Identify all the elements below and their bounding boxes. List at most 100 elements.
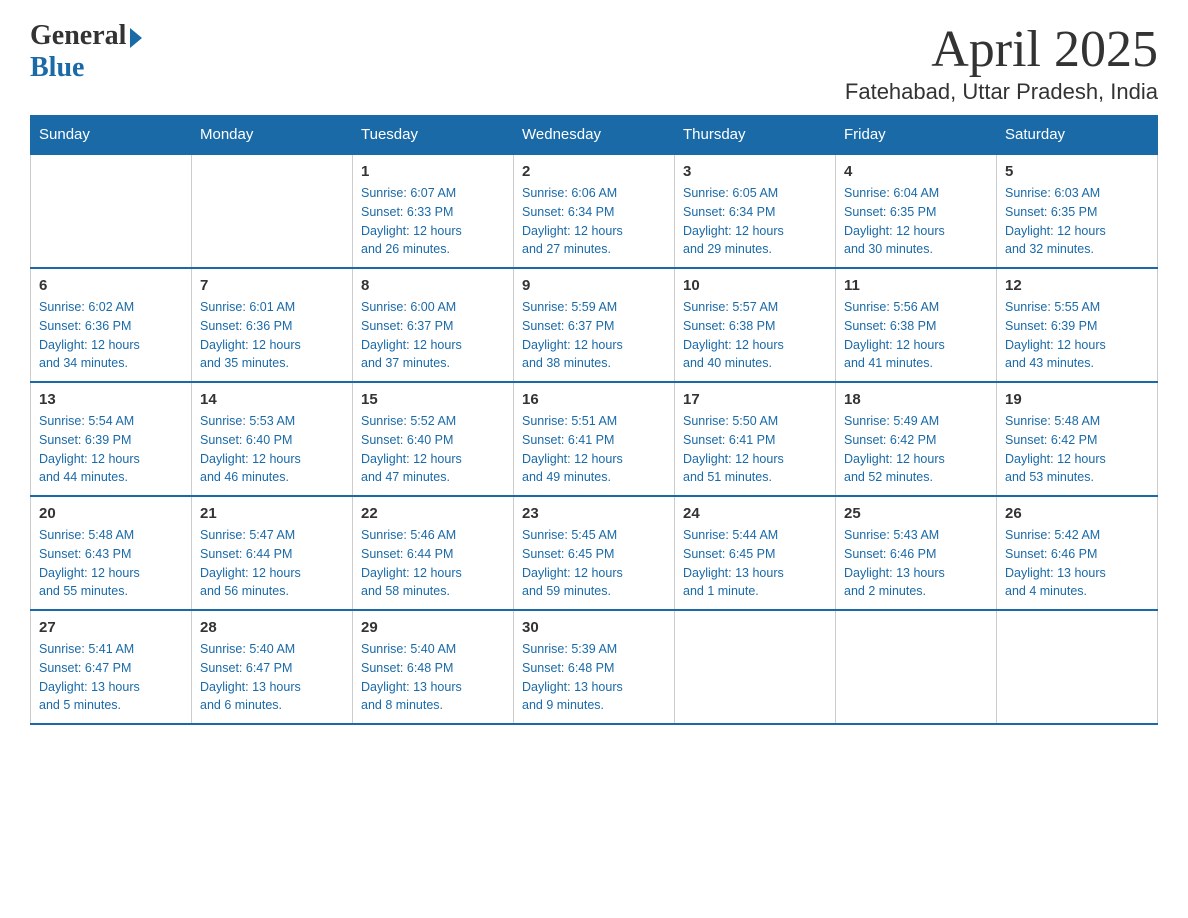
day-number: 18 bbox=[844, 391, 988, 408]
day-info: Sunrise: 5:52 AM Sunset: 6:40 PM Dayligh… bbox=[361, 412, 505, 487]
day-info: Sunrise: 5:59 AM Sunset: 6:37 PM Dayligh… bbox=[522, 298, 666, 373]
day-cell: 1Sunrise: 6:07 AM Sunset: 6:33 PM Daylig… bbox=[353, 154, 514, 268]
day-number: 30 bbox=[522, 619, 666, 636]
day-cell: 11 Sunrise: 5:56 AM Sunset: 6:38 PM Dayli… bbox=[836, 268, 997, 382]
day-number: 9 bbox=[522, 277, 666, 294]
day-info: Sunrise: 5:41 AM Sunset: 6:47 PM Dayligh… bbox=[39, 640, 183, 715]
day-cell bbox=[997, 610, 1158, 724]
day-cell: 14 Sunrise: 5:53 AM Sunset: 6:40 PM Dayli… bbox=[192, 382, 353, 496]
day-cell: 25 Sunrise: 5:43 AM Sunset: 6:46 PM Dayli… bbox=[836, 496, 997, 610]
day-cell: 24 Sunrise: 5:44 AM Sunset: 6:45 PM Dayli… bbox=[675, 496, 836, 610]
column-header-tuesday: Tuesday bbox=[353, 116, 514, 155]
day-cell: 13 Sunrise: 5:54 AM Sunset: 6:39 PM Dayli… bbox=[31, 382, 192, 496]
day-cell: 19Sunrise: 5:48 AM Sunset: 6:42 PM Dayli… bbox=[997, 382, 1158, 496]
day-cell: 30 Sunrise: 5:39 AM Sunset: 6:48 PM Dayli… bbox=[514, 610, 675, 724]
day-info: Sunrise: 6:03 AM Sunset: 6:35 PM Dayligh… bbox=[1005, 184, 1149, 259]
day-number: 19 bbox=[1005, 391, 1149, 408]
day-number: 14 bbox=[200, 391, 344, 408]
day-cell: 17 Sunrise: 5:50 AM Sunset: 6:41 PM Dayli… bbox=[675, 382, 836, 496]
day-cell: 2Sunrise: 6:06 AM Sunset: 6:34 PM Daylig… bbox=[514, 154, 675, 268]
day-number: 8 bbox=[361, 277, 505, 294]
day-info: Sunrise: 5:55 AM Sunset: 6:39 PM Dayligh… bbox=[1005, 298, 1149, 373]
day-info: Sunrise: 5:47 AM Sunset: 6:44 PM Dayligh… bbox=[200, 526, 344, 601]
day-cell bbox=[192, 154, 353, 268]
day-cell: 29 Sunrise: 5:40 AM Sunset: 6:48 PM Dayli… bbox=[353, 610, 514, 724]
day-number: 11 bbox=[844, 277, 988, 294]
day-cell: 3 Sunrise: 6:05 AM Sunset: 6:34 PM Daylig… bbox=[675, 154, 836, 268]
week-row-2: 6 Sunrise: 6:02 AM Sunset: 6:36 PM Daylig… bbox=[31, 268, 1158, 382]
day-number: 6 bbox=[39, 277, 183, 294]
day-number: 13 bbox=[39, 391, 183, 408]
logo-arrow-icon bbox=[130, 28, 142, 48]
header-row: SundayMondayTuesdayWednesdayThursdayFrid… bbox=[31, 116, 1158, 155]
week-row-3: 13 Sunrise: 5:54 AM Sunset: 6:39 PM Dayli… bbox=[31, 382, 1158, 496]
day-number: 25 bbox=[844, 505, 988, 522]
day-info: Sunrise: 6:01 AM Sunset: 6:36 PM Dayligh… bbox=[200, 298, 344, 373]
day-cell: 22Sunrise: 5:46 AM Sunset: 6:44 PM Dayli… bbox=[353, 496, 514, 610]
week-row-4: 20Sunrise: 5:48 AM Sunset: 6:43 PM Dayli… bbox=[31, 496, 1158, 610]
day-info: Sunrise: 5:40 AM Sunset: 6:47 PM Dayligh… bbox=[200, 640, 344, 715]
column-header-friday: Friday bbox=[836, 116, 997, 155]
day-info: Sunrise: 5:56 AM Sunset: 6:38 PM Dayligh… bbox=[844, 298, 988, 373]
day-number: 29 bbox=[361, 619, 505, 636]
week-row-5: 27Sunrise: 5:41 AM Sunset: 6:47 PM Dayli… bbox=[31, 610, 1158, 724]
day-number: 7 bbox=[200, 277, 344, 294]
day-cell: 12Sunrise: 5:55 AM Sunset: 6:39 PM Dayli… bbox=[997, 268, 1158, 382]
day-info: Sunrise: 5:50 AM Sunset: 6:41 PM Dayligh… bbox=[683, 412, 827, 487]
day-info: Sunrise: 5:53 AM Sunset: 6:40 PM Dayligh… bbox=[200, 412, 344, 487]
day-number: 20 bbox=[39, 505, 183, 522]
day-info: Sunrise: 6:06 AM Sunset: 6:34 PM Dayligh… bbox=[522, 184, 666, 259]
day-cell bbox=[31, 154, 192, 268]
day-cell bbox=[836, 610, 997, 724]
day-info: Sunrise: 5:57 AM Sunset: 6:38 PM Dayligh… bbox=[683, 298, 827, 373]
day-number: 3 bbox=[683, 163, 827, 180]
column-header-sunday: Sunday bbox=[31, 116, 192, 155]
column-header-saturday: Saturday bbox=[997, 116, 1158, 155]
column-header-monday: Monday bbox=[192, 116, 353, 155]
day-info: Sunrise: 6:00 AM Sunset: 6:37 PM Dayligh… bbox=[361, 298, 505, 373]
page-subtitle: Fatehabad, Uttar Pradesh, India bbox=[845, 79, 1158, 105]
day-info: Sunrise: 5:40 AM Sunset: 6:48 PM Dayligh… bbox=[361, 640, 505, 715]
page-header: General Blue April 2025 Fatehabad, Uttar… bbox=[30, 20, 1158, 105]
page-title: April 2025 bbox=[845, 20, 1158, 79]
day-cell: 4 Sunrise: 6:04 AM Sunset: 6:35 PM Daylig… bbox=[836, 154, 997, 268]
column-header-wednesday: Wednesday bbox=[514, 116, 675, 155]
logo-blue-text: Blue bbox=[30, 52, 84, 84]
day-number: 21 bbox=[200, 505, 344, 522]
day-cell: 26 Sunrise: 5:42 AM Sunset: 6:46 PM Dayli… bbox=[997, 496, 1158, 610]
day-info: Sunrise: 6:05 AM Sunset: 6:34 PM Dayligh… bbox=[683, 184, 827, 259]
day-info: Sunrise: 5:54 AM Sunset: 6:39 PM Dayligh… bbox=[39, 412, 183, 487]
day-cell: 7 Sunrise: 6:01 AM Sunset: 6:36 PM Daylig… bbox=[192, 268, 353, 382]
day-number: 17 bbox=[683, 391, 827, 408]
day-number: 4 bbox=[844, 163, 988, 180]
day-cell bbox=[675, 610, 836, 724]
calendar-table: SundayMondayTuesdayWednesdayThursdayFrid… bbox=[30, 115, 1158, 725]
day-info: Sunrise: 5:49 AM Sunset: 6:42 PM Dayligh… bbox=[844, 412, 988, 487]
day-number: 16 bbox=[522, 391, 666, 408]
day-info: Sunrise: 5:46 AM Sunset: 6:44 PM Dayligh… bbox=[361, 526, 505, 601]
day-number: 10 bbox=[683, 277, 827, 294]
day-info: Sunrise: 6:02 AM Sunset: 6:36 PM Dayligh… bbox=[39, 298, 183, 373]
day-info: Sunrise: 5:44 AM Sunset: 6:45 PM Dayligh… bbox=[683, 526, 827, 601]
day-number: 26 bbox=[1005, 505, 1149, 522]
day-info: Sunrise: 5:45 AM Sunset: 6:45 PM Dayligh… bbox=[522, 526, 666, 601]
day-cell: 18 Sunrise: 5:49 AM Sunset: 6:42 PM Dayli… bbox=[836, 382, 997, 496]
day-cell: 5Sunrise: 6:03 AM Sunset: 6:35 PM Daylig… bbox=[997, 154, 1158, 268]
logo-general-text: General bbox=[30, 20, 126, 52]
week-row-1: 1Sunrise: 6:07 AM Sunset: 6:33 PM Daylig… bbox=[31, 154, 1158, 268]
day-info: Sunrise: 5:39 AM Sunset: 6:48 PM Dayligh… bbox=[522, 640, 666, 715]
day-info: Sunrise: 5:43 AM Sunset: 6:46 PM Dayligh… bbox=[844, 526, 988, 601]
day-number: 15 bbox=[361, 391, 505, 408]
day-cell: 16Sunrise: 5:51 AM Sunset: 6:41 PM Dayli… bbox=[514, 382, 675, 496]
day-info: Sunrise: 5:42 AM Sunset: 6:46 PM Dayligh… bbox=[1005, 526, 1149, 601]
day-cell: 8 Sunrise: 6:00 AM Sunset: 6:37 PM Daylig… bbox=[353, 268, 514, 382]
title-section: April 2025 Fatehabad, Uttar Pradesh, Ind… bbox=[845, 20, 1158, 105]
day-info: Sunrise: 6:04 AM Sunset: 6:35 PM Dayligh… bbox=[844, 184, 988, 259]
day-number: 24 bbox=[683, 505, 827, 522]
column-header-thursday: Thursday bbox=[675, 116, 836, 155]
day-cell: 23Sunrise: 5:45 AM Sunset: 6:45 PM Dayli… bbox=[514, 496, 675, 610]
day-cell: 10 Sunrise: 5:57 AM Sunset: 6:38 PM Dayli… bbox=[675, 268, 836, 382]
day-cell: 20Sunrise: 5:48 AM Sunset: 6:43 PM Dayli… bbox=[31, 496, 192, 610]
calendar-header: SundayMondayTuesdayWednesdayThursdayFrid… bbox=[31, 116, 1158, 155]
day-cell: 9 Sunrise: 5:59 AM Sunset: 6:37 PM Daylig… bbox=[514, 268, 675, 382]
